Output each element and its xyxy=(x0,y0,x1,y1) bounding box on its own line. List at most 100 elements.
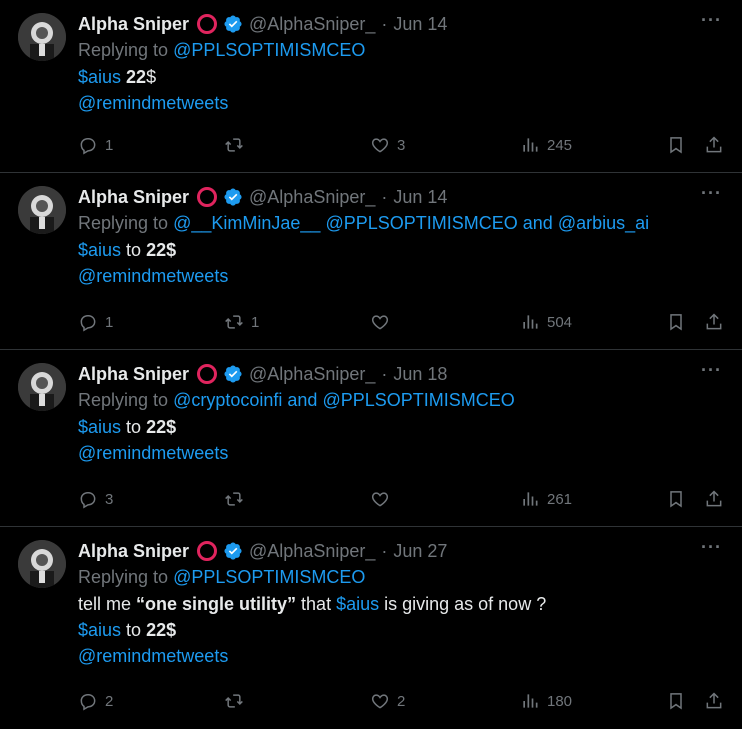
user-handle[interactable]: @AlphaSniper_ xyxy=(249,541,375,562)
views-button[interactable]: 504 xyxy=(520,310,572,334)
price-symbol: $ xyxy=(146,67,157,87)
like-button[interactable]: 2 xyxy=(370,689,405,713)
bookmark-button[interactable] xyxy=(666,310,686,334)
tweet[interactable]: Alpha Sniper @AlphaSniper_ · Jun 14 ··· … xyxy=(0,173,742,350)
reply-mention[interactable]: @cryptocoinfi xyxy=(173,390,282,410)
more-icon[interactable]: ··· xyxy=(701,183,722,204)
heart-icon xyxy=(371,492,389,507)
avatar[interactable] xyxy=(18,363,66,411)
retweet-icon xyxy=(225,138,243,152)
replying-to: Replying to @PPLSOPTIMISMCEO xyxy=(78,40,732,61)
bookmark-icon xyxy=(670,314,682,331)
bookmark-button[interactable] xyxy=(666,133,686,157)
tweet-date[interactable]: Jun 14 xyxy=(393,14,447,35)
tweet-header: Alpha Sniper @AlphaSniper_ · Jun 27 ··· xyxy=(78,537,722,563)
reply-button[interactable]: 1 xyxy=(78,310,113,334)
mention-link[interactable]: @remindmetweets xyxy=(78,646,228,666)
verified-badge-icon[interactable] xyxy=(223,364,243,384)
verified-badge-icon[interactable] xyxy=(223,541,243,561)
reply-mention[interactable]: @PPLSOPTIMISMCEO xyxy=(322,390,514,410)
cashtag[interactable]: $aius xyxy=(336,594,379,614)
cashtag[interactable]: $aius xyxy=(78,240,121,260)
display-name[interactable]: Alpha Sniper xyxy=(78,187,189,208)
views-count: 245 xyxy=(547,136,573,154)
cashtag[interactable]: $aius xyxy=(78,620,121,640)
tweet[interactable]: Alpha Sniper @AlphaSniper_ · Jun 27 ··· … xyxy=(0,527,742,729)
retweet-icon xyxy=(225,315,243,329)
like-button[interactable]: 3 xyxy=(370,133,405,157)
reply-button[interactable]: 2 xyxy=(78,689,113,713)
tweet-actions: 1 3 245 xyxy=(78,133,724,157)
views-icon xyxy=(523,138,538,152)
quoted-text: “one single utility” xyxy=(136,594,297,614)
display-name[interactable]: Alpha Sniper xyxy=(78,541,189,562)
mention-link[interactable]: @remindmetweets xyxy=(78,443,228,463)
retweet-button[interactable]: 1 xyxy=(224,310,259,334)
reply-mention[interactable]: @arbius_ai xyxy=(558,213,649,233)
share-button[interactable] xyxy=(704,689,724,713)
user-handle[interactable]: @AlphaSniper_ xyxy=(249,14,375,35)
retweet-button[interactable] xyxy=(224,487,251,511)
retweet-icon xyxy=(225,694,243,708)
price-text: 22$ xyxy=(146,240,177,260)
cashtag[interactable]: $aius xyxy=(78,417,121,437)
share-icon xyxy=(706,490,722,507)
reply-mention[interactable]: @PPLSOPTIMISMCEO xyxy=(173,567,365,587)
share-icon xyxy=(706,136,722,153)
share-icon xyxy=(706,692,722,709)
views-count: 261 xyxy=(547,490,573,508)
reply-mention[interactable]: @PPLSOPTIMISMCEO xyxy=(325,213,517,233)
reply-count: 1 xyxy=(105,136,114,154)
avatar[interactable] xyxy=(18,13,66,61)
reply-mention[interactable]: @__KimMinJae__ xyxy=(173,213,320,233)
tweet-actions: 1 1 504 xyxy=(78,310,724,334)
reply-count: 3 xyxy=(105,490,114,508)
display-name[interactable]: Alpha Sniper xyxy=(78,364,189,385)
mention-link[interactable]: @remindmetweets xyxy=(78,93,228,113)
retweet-button[interactable] xyxy=(224,689,251,713)
separator-dot: · xyxy=(381,186,388,207)
bookmark-button[interactable] xyxy=(666,487,686,511)
views-button[interactable]: 261 xyxy=(520,487,572,511)
more-icon[interactable]: ··· xyxy=(701,360,722,381)
tweet-header: Alpha Sniper @AlphaSniper_ · Jun 18 ··· xyxy=(78,360,722,386)
reply-button[interactable]: 3 xyxy=(78,487,113,511)
tweet[interactable]: Alpha Sniper @AlphaSniper_ · Jun 14 ··· … xyxy=(0,0,742,173)
tweet-text-line: $aius to 22$ xyxy=(78,620,176,641)
share-button[interactable] xyxy=(704,487,724,511)
cashtag[interactable]: $aius xyxy=(78,67,121,87)
verified-badge-icon[interactable] xyxy=(223,187,243,207)
user-handle[interactable]: @AlphaSniper_ xyxy=(249,364,375,385)
reply-mention[interactable]: @PPLSOPTIMISMCEO xyxy=(173,40,365,60)
tweet[interactable]: Alpha Sniper @AlphaSniper_ · Jun 18 ··· … xyxy=(0,350,742,527)
views-button[interactable]: 245 xyxy=(520,133,572,157)
share-button[interactable] xyxy=(704,133,724,157)
like-button[interactable] xyxy=(370,487,397,511)
text-to: to xyxy=(126,417,142,437)
bookmark-icon xyxy=(670,491,682,508)
share-button[interactable] xyxy=(704,310,724,334)
display-name[interactable]: Alpha Sniper xyxy=(78,14,189,35)
separator-dot: · xyxy=(381,540,388,561)
views-button[interactable]: 180 xyxy=(520,689,572,713)
tweet-date[interactable]: Jun 18 xyxy=(393,364,447,385)
like-button[interactable] xyxy=(370,310,397,334)
verified-badge-icon[interactable] xyxy=(223,14,243,34)
retweet-button[interactable] xyxy=(224,133,251,157)
replying-prefix: Replying to xyxy=(78,40,169,60)
red-circle-emoji xyxy=(197,187,218,207)
user-handle[interactable]: @AlphaSniper_ xyxy=(249,187,375,208)
text-to: to xyxy=(126,240,142,260)
reply-icon xyxy=(80,315,96,332)
more-icon[interactable]: ··· xyxy=(701,537,722,558)
bookmark-button[interactable] xyxy=(666,689,686,713)
tweet-date[interactable]: Jun 14 xyxy=(393,187,447,208)
more-icon[interactable]: ··· xyxy=(701,10,722,31)
avatar[interactable] xyxy=(18,186,66,234)
reply-conjunction: and xyxy=(287,390,318,410)
reply-button[interactable]: 1 xyxy=(78,133,113,157)
avatar[interactable] xyxy=(18,540,66,588)
views-count: 504 xyxy=(547,313,573,331)
mention-link[interactable]: @remindmetweets xyxy=(78,266,228,286)
tweet-date[interactable]: Jun 27 xyxy=(393,541,447,562)
